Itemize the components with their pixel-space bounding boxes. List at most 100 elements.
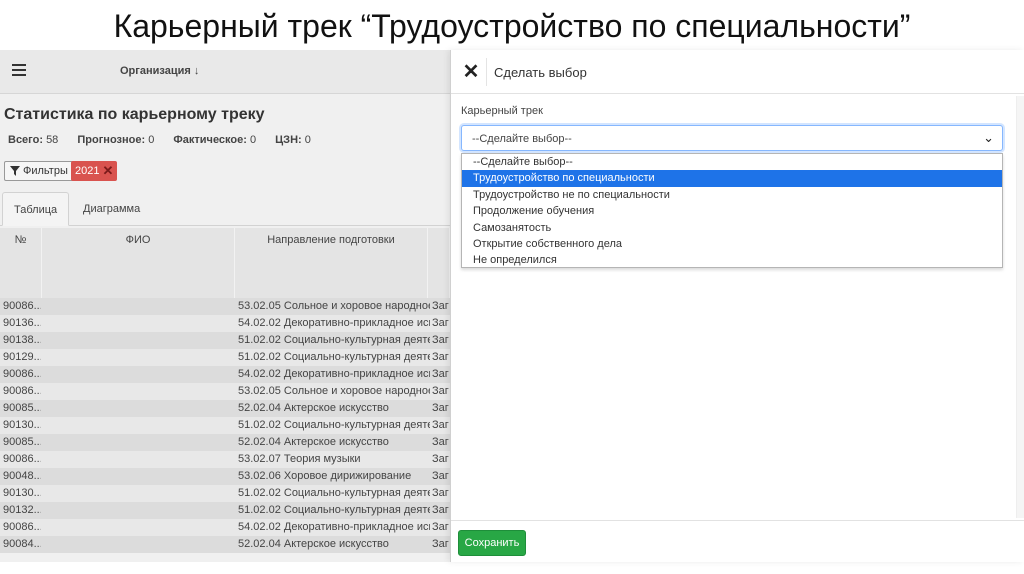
close-icon[interactable]: ✕ <box>457 58 485 86</box>
row-number: 90129... <box>3 351 41 363</box>
stat-czn-label: ЦЗН: <box>275 134 302 146</box>
stat-actual-label: Фактическое: <box>173 134 247 146</box>
table-header: № ФИО Направление подготовки <box>0 228 450 298</box>
row-extra: Заг <box>432 487 449 499</box>
stat-forecast-label: Прогнозное: <box>77 134 146 146</box>
row-extra: Заг <box>432 385 449 397</box>
row-number: 90086... <box>3 385 41 397</box>
table-row[interactable]: 90130... 51.02.02 Социально-культурная де… <box>0 485 450 502</box>
dialog-scrollbar[interactable] <box>1016 96 1024 518</box>
view-tabs: Таблица Диаграмма <box>0 192 450 226</box>
table-row[interactable]: 90130... 51.02.02 Социально-культурная де… <box>0 417 450 434</box>
filters-button[interactable]: Фильтры <box>4 161 74 181</box>
row-extra: Заг <box>432 504 449 516</box>
option-item[interactable]: Самозанятость <box>462 220 1002 236</box>
column-header-direction[interactable]: Направление подготовки <box>235 228 428 298</box>
organization-menu[interactable]: Организация ↓ <box>120 65 199 77</box>
option-item[interactable]: Продолжение обучения <box>462 203 1002 219</box>
dialog-title: Сделать выбор <box>494 65 587 80</box>
stats-summary: Всего: 58 Прогнозное: 0 Фактическое: 0 Ц… <box>8 134 327 146</box>
table-row[interactable]: 90084... 52.02.04 Актерское искусство Заг <box>0 536 450 553</box>
row-number: 90048... <box>3 470 41 482</box>
row-extra: Заг <box>432 470 449 482</box>
row-number: 90130... <box>3 487 41 499</box>
year-filter-badge[interactable]: 2021 ✕ <box>71 161 118 181</box>
table-row[interactable]: 90129... 51.02.02 Социально-культурная де… <box>0 349 450 366</box>
chevron-down-icon: ⌄ <box>983 130 994 145</box>
option-item[interactable]: --Сделайте выбор-- <box>462 154 1002 170</box>
column-header-extra[interactable] <box>428 228 450 298</box>
column-header-number[interactable]: № <box>0 228 42 298</box>
row-direction: 52.02.04 Актерское искусство <box>238 436 389 448</box>
year-badge-label: 2021 <box>75 165 100 177</box>
row-direction: 51.02.02 Социально-культурная деятел... <box>238 419 430 431</box>
row-number: 90138... <box>3 334 41 346</box>
row-number: 90086... <box>3 453 41 465</box>
table-row[interactable]: 90086... 53.02.05 Сольное и хоровое народ… <box>0 298 450 315</box>
table-row[interactable]: 90086... 53.02.07 Теория музыки Заг <box>0 451 450 468</box>
career-track-options: --Сделайте выбор-- Трудоустройство по спе… <box>461 153 1003 268</box>
row-number: 90086... <box>3 368 41 380</box>
menu-icon[interactable] <box>12 64 26 79</box>
row-extra: Заг <box>432 453 449 465</box>
dialog-footer: Сохранить <box>451 520 1024 562</box>
row-extra: Заг <box>432 419 449 431</box>
career-track-select[interactable]: --Сделайте выбор-- ⌄ <box>461 125 1003 151</box>
header-divider <box>486 58 487 86</box>
row-extra: Заг <box>432 351 449 363</box>
row-direction: 52.02.04 Актерское искусство <box>238 538 389 550</box>
row-number: 90132... <box>3 504 41 516</box>
app-header: Организация ↓ <box>0 50 450 94</box>
table-row[interactable]: 90086... 54.02.02 Декоративно-прикладное … <box>0 366 450 383</box>
remove-filter-icon[interactable]: ✕ <box>102 163 113 179</box>
row-extra: Заг <box>432 368 449 380</box>
row-direction: 51.02.02 Социально-культурная деятел... <box>238 504 430 516</box>
career-track-label: Карьерный трек <box>461 105 543 117</box>
stat-total-value: 58 <box>46 134 59 146</box>
option-item[interactable]: Трудоустройство по специальности <box>462 170 1002 187</box>
row-direction: 52.02.04 Актерское искусство <box>238 402 389 414</box>
row-number: 90086... <box>3 300 41 312</box>
row-number: 90136... <box>3 317 41 329</box>
table-row[interactable]: 90136... 54.02.02 Декоративно-прикладное … <box>0 315 450 332</box>
option-item[interactable]: Открытие собственного дела <box>462 236 1002 252</box>
option-item[interactable]: Не определился <box>462 252 1002 268</box>
row-direction: 53.02.05 Сольное и хоровое народное... <box>238 300 430 312</box>
table-body: 90086... 53.02.05 Сольное и хоровое народ… <box>0 298 450 553</box>
row-number: 90085... <box>3 402 41 414</box>
row-direction: 53.02.06 Хоровое дирижирование <box>238 470 412 482</box>
tab-table[interactable]: Таблица <box>2 192 70 226</box>
row-direction: 51.02.02 Социально-культурная деятел... <box>238 487 430 499</box>
choice-dialog: ✕ Сделать выбор Карьерный трек --Сделайт… <box>450 50 1024 562</box>
row-number: 90085... <box>3 436 41 448</box>
select-current-value: --Сделайте выбор-- <box>472 133 572 145</box>
row-extra: Заг <box>432 300 449 312</box>
table-row[interactable]: 90086... 53.02.05 Сольное и хоровое народ… <box>0 383 450 400</box>
table-row[interactable]: 90132... 51.02.02 Социально-культурная де… <box>0 502 450 519</box>
stat-forecast-value: 0 <box>148 134 155 146</box>
row-extra: Заг <box>432 436 449 448</box>
column-header-name[interactable]: ФИО <box>42 228 235 298</box>
table-row[interactable]: 90048... 53.02.06 Хоровое дирижирование За… <box>0 468 450 485</box>
page-title: Статистика по карьерному треку <box>4 106 265 123</box>
tab-diagram[interactable]: Диаграмма <box>72 192 151 226</box>
filter-icon <box>10 166 20 176</box>
row-extra: Заг <box>432 334 449 346</box>
row-number: 90130... <box>3 419 41 431</box>
row-extra: Заг <box>432 521 449 533</box>
table-row[interactable]: 90085... 52.02.04 Актерское искусство Заг <box>0 400 450 417</box>
app-background: Организация ↓ Статистика по карьерному т… <box>0 50 450 562</box>
stat-czn-value: 0 <box>304 134 311 146</box>
filters-label: Фильтры <box>23 165 68 177</box>
row-extra: Заг <box>432 538 449 550</box>
row-direction: 54.02.02 Декоративно-прикладное иск... <box>238 317 430 329</box>
dialog-header: ✕ Сделать выбор <box>451 50 1024 94</box>
option-item[interactable]: Трудоустройство не по специальности <box>462 187 1002 203</box>
stat-actual-value: 0 <box>249 134 257 146</box>
table-row[interactable]: 90138... 51.02.02 Социально-культурная де… <box>0 332 450 349</box>
save-button[interactable]: Сохранить <box>458 530 526 556</box>
table-row[interactable]: 90085... 52.02.04 Актерское искусство Заг <box>0 434 450 451</box>
row-direction: 51.02.02 Социально-культурная деятел... <box>238 334 430 346</box>
row-extra: Заг <box>432 402 449 414</box>
table-row[interactable]: 90086... 54.02.02 Декоративно-прикладное … <box>0 519 450 536</box>
